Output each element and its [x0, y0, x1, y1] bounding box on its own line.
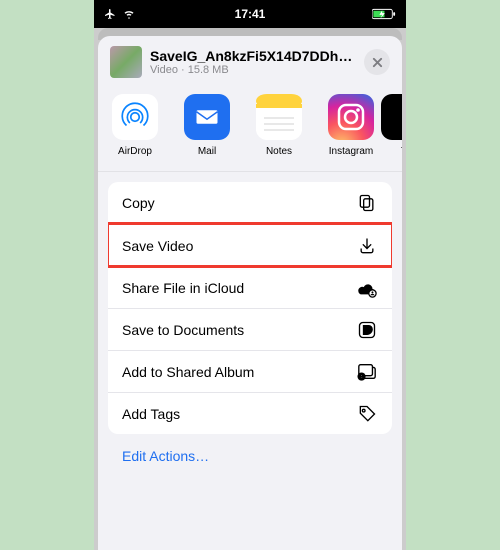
share-sheet: SaveIG_An8kzFi5X14D7DDhXM... Video · 15.…	[98, 36, 402, 550]
share-target-airdrop[interactable]: AirDrop	[108, 94, 162, 157]
share-target-label: Notes	[266, 146, 292, 157]
action-label: Copy	[122, 195, 155, 211]
edit-actions-link[interactable]: Edit Actions…	[108, 434, 392, 478]
share-target-notes[interactable]: Notes	[252, 94, 306, 157]
airplane-mode-icon	[104, 8, 116, 20]
tag-icon	[356, 403, 378, 425]
documents-app-icon	[356, 319, 378, 341]
close-button[interactable]	[364, 49, 390, 75]
shared-album-icon	[356, 361, 378, 383]
action-label: Share File in iCloud	[122, 280, 244, 296]
share-target-mail[interactable]: Mail	[180, 94, 234, 157]
action-label: Add Tags	[122, 406, 180, 422]
action-label: Save to Documents	[122, 322, 244, 338]
notes-icon	[256, 94, 302, 140]
action-save-video[interactable]: Save Video	[108, 224, 392, 266]
instagram-icon	[328, 94, 374, 140]
share-target-label: AirDrop	[118, 146, 152, 157]
share-target-label: Mail	[198, 146, 216, 157]
extra-app-icon	[381, 94, 402, 140]
share-target-label: Instagram	[329, 146, 373, 157]
close-icon	[372, 57, 383, 68]
copy-icon	[356, 192, 378, 214]
action-add-tags[interactable]: Add Tags	[108, 392, 392, 434]
share-target-more[interactable]: T	[396, 94, 402, 157]
action-shared-album[interactable]: Add to Shared Album	[108, 350, 392, 392]
file-header: SaveIG_An8kzFi5X14D7DDhXM... Video · 15.…	[108, 46, 392, 90]
battery-icon	[372, 8, 396, 20]
status-bar: 17:41	[94, 0, 406, 28]
action-list: Copy Save Video Share File in iCloud Sav…	[108, 182, 392, 434]
airdrop-icon	[112, 94, 158, 140]
file-name: SaveIG_An8kzFi5X14D7DDhXM...	[150, 48, 356, 64]
action-copy[interactable]: Copy	[108, 182, 392, 224]
action-label: Save Video	[122, 238, 193, 254]
icloud-person-icon	[356, 277, 378, 299]
wifi-icon	[122, 8, 136, 20]
action-label: Add to Shared Album	[122, 364, 254, 380]
share-target-row[interactable]: AirDrop Mail Notes Instagram	[98, 90, 402, 172]
action-save-documents[interactable]: Save to Documents	[108, 308, 392, 350]
share-target-instagram[interactable]: Instagram	[324, 94, 378, 157]
file-thumbnail	[110, 46, 142, 78]
download-icon	[356, 235, 378, 257]
action-share-icloud[interactable]: Share File in iCloud	[108, 266, 392, 308]
share-target-label: T	[401, 146, 402, 157]
mail-icon	[184, 94, 230, 140]
file-meta: Video · 15.8 MB	[150, 64, 356, 76]
status-clock: 17:41	[235, 7, 266, 21]
